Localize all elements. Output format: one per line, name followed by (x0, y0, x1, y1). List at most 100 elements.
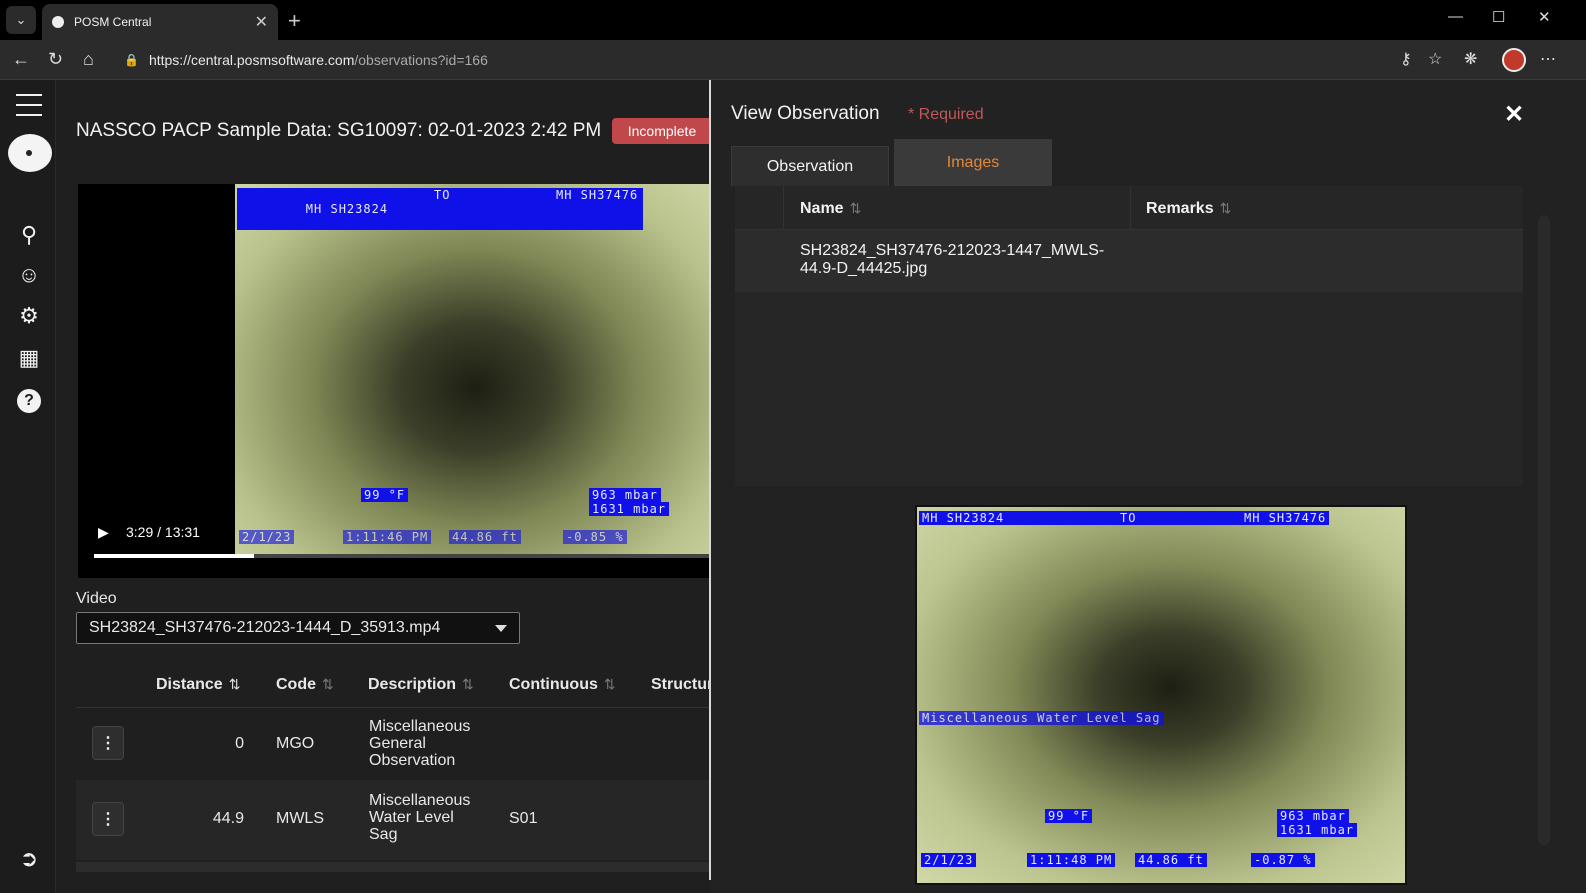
cell-distance: 44.9 (212, 810, 244, 827)
preview-osd-date: 2/1/23 (921, 853, 977, 867)
favorite-star-icon[interactable]: ☆ (1428, 49, 1442, 69)
close-tab-icon[interactable]: ✕ (255, 12, 268, 32)
cell-continuous: S01 (509, 810, 538, 827)
browser-tabbar: ⌄ POSM Central ✕ + — ☐ ✕ (0, 0, 1586, 40)
row-menu-icon[interactable]: ⋮ (92, 726, 124, 760)
images-table-header: Name ⇅ Remarks ⇅ (735, 186, 1523, 230)
col-description[interactable]: Description ⇅ (368, 676, 474, 694)
extensions-icon[interactable]: ❋ (1464, 49, 1477, 69)
col-structural-label: Structur (651, 676, 710, 693)
home-icon[interactable]: ⌂ (83, 49, 94, 70)
preview-osd-dest: MH SH37476 (1241, 511, 1330, 525)
hamburger-menu-icon[interactable] (14, 90, 44, 120)
search-icon[interactable]: ⚲ (14, 220, 44, 250)
osd-temperature: 99 °F (361, 488, 409, 502)
col-remarks[interactable]: Remarks ⇅ (1146, 200, 1231, 218)
favicon-icon (52, 16, 64, 28)
sort-asc-icon[interactable]: ⇅ (229, 676, 241, 692)
url-field[interactable]: 🔒 https://central.posmsoftware.com /obse… (114, 46, 1454, 74)
preview-osd-time: 1:11:48 PM (1027, 853, 1116, 867)
maximize-icon[interactable]: ☐ (1492, 8, 1505, 26)
video-player[interactable]: MH SH23824 TO MH SH37476 99 °F 963 mbar … (78, 184, 710, 578)
cell-code: MWLS (276, 810, 324, 827)
url-path: /observations?id=166 (354, 52, 488, 68)
osd-from: MH SH23824 (305, 202, 389, 216)
minimize-icon[interactable]: — (1448, 8, 1463, 25)
image-row[interactable]: SH23824_SH37476-212023-1447_MWLS-44.9-D_… (735, 230, 1523, 292)
main-content: NASSCO PACP Sample Data: SG10097: 02-01-… (56, 80, 710, 893)
sort-icon[interactable]: ⇅ (604, 676, 616, 692)
col-code[interactable]: Code ⇅ (276, 676, 334, 694)
table-row[interactable]: ⋮ 0 MGO Miscellaneous General Observatio… (76, 707, 710, 779)
new-tab-icon[interactable]: + (288, 8, 301, 34)
back-icon[interactable]: ← (12, 49, 30, 70)
video-progress-fill (94, 554, 255, 558)
col-continuous[interactable]: Continuous ⇅ (509, 676, 616, 694)
vertical-scrollbar[interactable] (1538, 215, 1550, 845)
table-row[interactable]: ⋮ 44.9 MWLS Miscellaneous Water Level Sa… (76, 780, 710, 860)
col-name[interactable]: Name ⇅ (800, 200, 861, 218)
osd-to: TO (431, 188, 454, 202)
col-structural[interactable]: Structur (651, 676, 710, 694)
sort-icon[interactable]: ⇅ (850, 200, 862, 216)
window-close-icon[interactable]: ✕ (1538, 8, 1551, 26)
osd-date: 2/1/23 (239, 530, 295, 544)
col-continuous-label: Continuous (509, 676, 598, 693)
video-select[interactable]: SH23824_SH37476-212023-1444_D_35913.mp4 (76, 612, 520, 644)
reload-icon[interactable]: ↻ (48, 49, 63, 70)
sort-icon[interactable]: ⇅ (1220, 200, 1232, 216)
play-icon[interactable]: ▶ (98, 524, 109, 541)
preview-osd-to: TO (1117, 511, 1140, 525)
preview-osd-temperature: 99 °F (1045, 809, 1093, 823)
preview-osd-pressure-2: 1631 mbar (1277, 823, 1358, 837)
users-icon[interactable]: ☺ (14, 260, 44, 290)
col-name-label: Name (800, 200, 844, 217)
tab-title: POSM Central (74, 15, 152, 29)
key-icon[interactable]: ⚷ (1400, 49, 1412, 69)
address-bar: ← ↻ ⌂ 🔒 https://central.posmsoftware.com… (0, 40, 1586, 80)
gear-icon[interactable]: ⚙ (14, 301, 44, 331)
cell-distance: 0 (235, 735, 244, 752)
col-code-label: Code (276, 676, 316, 693)
lock-icon: 🔒 (124, 53, 139, 67)
horizontal-scrollbar[interactable] (76, 862, 710, 872)
col-description-label: Description (368, 676, 457, 693)
video-frame: MH SH23824 TO MH SH37476 99 °F 963 mbar … (235, 184, 710, 554)
osd-distance: 44.86 ft (449, 530, 521, 544)
row-menu-icon[interactable]: ⋮ (92, 802, 124, 836)
help-icon[interactable]: ? (17, 389, 41, 413)
col-distance[interactable]: Distance ⇅ (156, 676, 240, 694)
tab-observation[interactable]: Observation (731, 146, 889, 186)
browser-tab[interactable]: POSM Central ✕ (42, 4, 278, 40)
video-select-value: SH23824_SH37476-212023-1444_D_35913.mp4 (89, 619, 441, 636)
observations-grid-header: Distance ⇅ Code ⇅ Description ⇅ Continuous ⇅… (76, 670, 710, 706)
required-note: * Required (908, 106, 984, 123)
tab-images[interactable]: Images (894, 139, 1052, 186)
osd-time: 1:11:46 PM (343, 530, 432, 544)
col-distance-label: Distance (156, 676, 223, 693)
osd-dest: MH SH37476 (553, 188, 642, 202)
preview-osd-grade: -0.87 % (1251, 853, 1315, 867)
video-progress[interactable] (94, 554, 710, 558)
cell-description: Miscellaneous Water Level Sag (369, 792, 471, 843)
more-menu-icon[interactable]: ⋯ (1540, 49, 1556, 69)
image-preview: MH SH23824 TO MH SH37476 Miscellaneous W… (915, 505, 1407, 885)
preview-osd-distance: 44.86 ft (1135, 853, 1207, 867)
sort-icon[interactable]: ⇅ (322, 676, 334, 692)
preview-osd-caption: Miscellaneous Water Level Sag (919, 711, 1164, 725)
app-sidebar: ⚲ ☺ ⚙ ▦ ? ➲ (0, 80, 56, 893)
logout-icon[interactable]: ➲ (14, 844, 44, 874)
col-separator (1130, 186, 1131, 230)
video-time: 3:29 / 13:31 (126, 524, 200, 540)
help-icon-wrap[interactable]: ? (14, 386, 44, 416)
cell-description: Miscellaneous General Observation (369, 718, 471, 769)
col-separator (783, 186, 784, 230)
osd-pressure-1: 963 mbar (589, 488, 661, 502)
sort-icon[interactable]: ⇅ (462, 676, 474, 692)
close-icon[interactable]: ✕ (1504, 100, 1524, 129)
image-name: SH23824_SH37476-212023-1447_MWLS-44.9-D_… (800, 242, 1105, 277)
tab-list-chevron-icon[interactable]: ⌄ (6, 6, 36, 34)
panel-title: View Observation (731, 103, 880, 124)
map-icon[interactable]: ▦ (14, 343, 44, 373)
profile-avatar[interactable] (1502, 48, 1526, 72)
